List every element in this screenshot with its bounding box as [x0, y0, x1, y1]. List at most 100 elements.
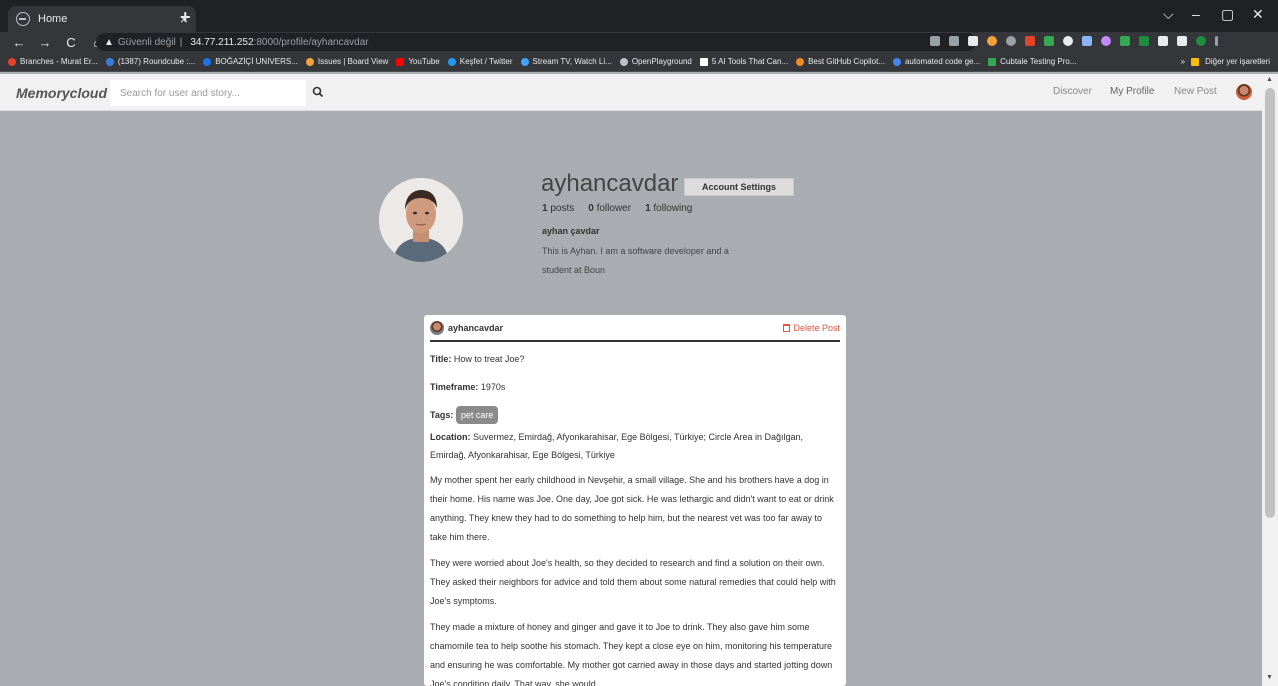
university-icon	[203, 57, 212, 66]
delete-post-label: Delete Post	[793, 322, 840, 333]
security-label: Güvenli değil	[117, 36, 176, 48]
tag-chip[interactable]: pet care	[455, 406, 499, 424]
close-window-button[interactable]: ✕	[1252, 6, 1264, 23]
bookmark-item[interactable]: (1387) Roundcube :...	[105, 57, 195, 66]
bookmark-item[interactable]: Keşfet / Twitter	[447, 57, 513, 66]
extension-icon[interactable]	[1082, 36, 1092, 46]
app-navbar: Memorycloud Discover My Profile New Post	[0, 74, 1262, 111]
address-bar[interactable]: ▲ Güvenli değil | 34.77.211.252 :8000/pr…	[96, 33, 976, 51]
post-tags: Tags: pet care	[430, 406, 840, 424]
post-paragraph: They made a mixture of honey and ginger …	[430, 622, 833, 686]
url-host: 34.77.211.252	[190, 36, 254, 48]
post-author[interactable]: ayhancavdar	[430, 320, 504, 335]
post-paragraph: They were worried about Joe's health, so…	[430, 558, 836, 606]
new-tab-button[interactable]: +	[180, 7, 191, 28]
nav-discover[interactable]: Discover	[1053, 86, 1092, 97]
browser-toolbar: ← → C ⌂ ▲ Güvenli değil | 34.77.211.252 …	[0, 32, 1278, 52]
post-header: ayhancavdar Delete Post	[430, 315, 840, 342]
scroll-down-icon[interactable]: ▼	[1266, 674, 1273, 681]
bookmark-item[interactable]: YouTube	[396, 57, 440, 66]
url-separator: |	[179, 36, 183, 48]
trash-icon	[783, 323, 791, 332]
profile-stats: 1 posts 0 follower 1 following	[542, 203, 706, 214]
post-author-name: ayhancavdar	[448, 322, 504, 333]
url-path: :8000/profile/ayhancavdar	[253, 36, 369, 48]
page-scrollbar[interactable]: ▲ ▼	[1262, 74, 1278, 686]
share-icon[interactable]	[930, 36, 940, 46]
extension-icon[interactable]	[1063, 36, 1073, 46]
minimize-button[interactable]: –	[1192, 6, 1200, 22]
post-location: Location: Suvermez, Emirdağ, Afyonkarahi…	[430, 432, 804, 460]
nav-my-profile[interactable]: My Profile	[1110, 86, 1154, 97]
post-card: ayhancavdar Delete Post Title: How to tr…	[424, 315, 846, 686]
followers-stat[interactable]: 0 follower	[588, 203, 631, 214]
folder-icon	[1191, 57, 1200, 66]
profile-full-name: ayhan çavdar	[542, 226, 600, 236]
profile-icon[interactable]	[1196, 36, 1206, 46]
extension-icon[interactable]	[1120, 36, 1130, 46]
bookmark-item[interactable]: 5 AI Tools That Can...	[699, 57, 788, 66]
bookmark-item[interactable]: BOĞAZİÇİ UNIVERS...	[203, 57, 298, 66]
account-settings-button[interactable]: Account Settings	[684, 178, 794, 196]
bookmark-item[interactable]: Issues | Board View	[305, 57, 388, 66]
extension-icon[interactable]	[968, 36, 978, 46]
extension-icon[interactable]	[1006, 36, 1016, 46]
browser-tab-home[interactable]: Home ×	[8, 6, 196, 32]
browser-tab-strip: Home × + ⌵ – ▢ ✕	[0, 0, 1278, 32]
bookmark-item[interactable]: automated code ge...	[892, 57, 980, 66]
bookmark-item[interactable]: Cubtale Testing Pro...	[988, 57, 1077, 66]
following-stat[interactable]: 1 following	[645, 203, 692, 214]
scroll-thumb[interactable]	[1265, 88, 1275, 518]
search-icon[interactable]	[312, 86, 324, 98]
author-avatar	[430, 320, 444, 335]
tab-title: Home	[38, 13, 68, 25]
bookmark-item[interactable]: Stream TV, Watch Li...	[520, 57, 612, 66]
extension-icon[interactable]	[1101, 36, 1111, 46]
bookmark-icon	[988, 57, 997, 66]
extension-icon[interactable]	[1044, 36, 1054, 46]
profile-username: ayhancavdar	[541, 170, 679, 197]
nav-new-post[interactable]: New Post	[1174, 86, 1217, 97]
more-bookmarks-button[interactable]: »	[1181, 57, 1185, 66]
extension-icon[interactable]	[987, 36, 997, 46]
profile-avatar	[379, 178, 463, 262]
extension-icons	[930, 36, 1218, 46]
bookmark-item[interactable]: OpenPlayground	[619, 57, 692, 66]
profile-bio: This is Ayhan. I am a software developer…	[542, 246, 729, 275]
bookmark-icon	[892, 57, 901, 66]
bookmark-item[interactable]: Best GitHub Copilot...	[796, 57, 885, 66]
menu-icon[interactable]	[1215, 36, 1218, 46]
extension-icon[interactable]	[1139, 36, 1149, 46]
maximize-button[interactable]: ▢	[1221, 6, 1234, 23]
sidepanel-icon[interactable]	[1177, 36, 1187, 46]
bookmark-item[interactable]: Branches - Murat Er...	[8, 57, 98, 66]
search-input[interactable]	[110, 80, 306, 106]
stream-icon	[520, 57, 529, 66]
forbes-icon	[699, 57, 708, 66]
post-timeframe: Timeframe: 1970s	[430, 382, 506, 392]
delete-post-button[interactable]: Delete Post	[783, 323, 840, 333]
globe-icon	[16, 12, 30, 26]
user-avatar[interactable]	[1236, 84, 1252, 100]
star-icon[interactable]	[949, 36, 959, 46]
back-button[interactable]: ←	[12, 35, 26, 50]
bookmarks-bar: Branches - Murat Er... (1387) Roundcube …	[0, 52, 1278, 72]
warning-icon: ▲	[104, 36, 114, 48]
puzzle-icon[interactable]	[1158, 36, 1168, 46]
twitter-icon	[447, 57, 456, 66]
extension-icon[interactable]	[1025, 36, 1035, 46]
post-title: Title: How to treat Joe?	[430, 354, 525, 364]
brand-logo[interactable]: Memorycloud	[16, 85, 107, 101]
board-icon	[305, 57, 314, 66]
forward-button[interactable]: →	[38, 35, 52, 50]
reload-button[interactable]: C	[64, 35, 78, 50]
posts-stat[interactable]: 1 posts	[542, 203, 574, 214]
tab-search-icon[interactable]: ⌵	[1163, 6, 1174, 23]
bookmarks-overflow: » Diğer yer işaretleri	[1181, 57, 1270, 66]
other-bookmarks-link[interactable]: Diğer yer işaretleri	[1205, 57, 1270, 66]
scroll-up-icon[interactable]: ▲	[1266, 76, 1273, 83]
roundcube-icon	[105, 57, 114, 66]
youtube-icon	[396, 57, 405, 66]
gitlab-icon	[8, 57, 16, 66]
openai-icon	[619, 57, 628, 66]
